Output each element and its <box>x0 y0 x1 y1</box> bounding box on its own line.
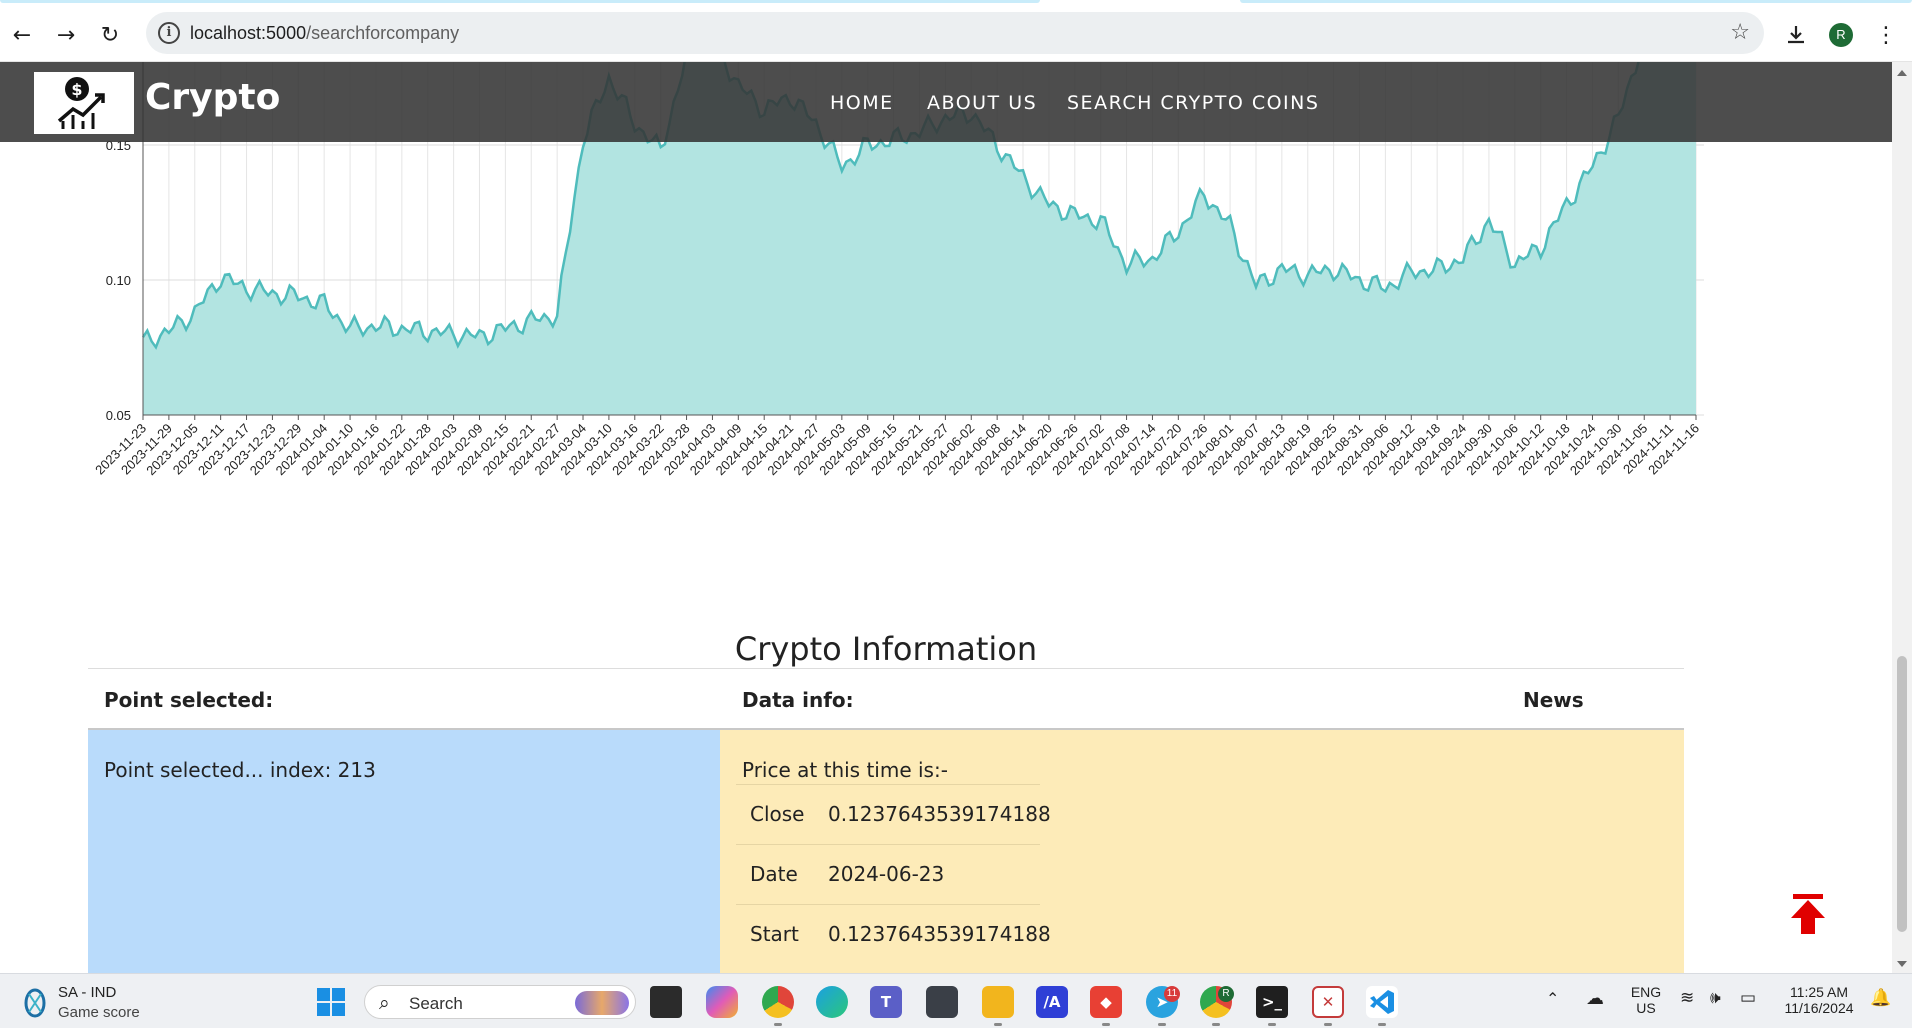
chrome-profile-badge: R <box>1218 986 1234 1002</box>
running-indicator <box>1102 1023 1110 1026</box>
edge-icon[interactable] <box>816 986 848 1018</box>
notification-bell-icon[interactable]: 🔔 <box>1870 988 1891 1008</box>
point-selected-text: Point selected... index: 213 <box>104 758 376 782</box>
data-value: 0.1237643539174188 <box>828 922 1051 946</box>
running-indicator <box>774 1023 782 1026</box>
page-viewport: 0.05 0.10 0.15 2023-11-23 2023-11-29 2023-12-… <box>0 62 1892 973</box>
running-indicator <box>1212 1023 1220 1026</box>
price-heading: Price at this time is:- <box>742 758 948 782</box>
volume-icon[interactable]: 🕪 <box>1710 988 1721 1008</box>
taskbar-search[interactable]: ⌕ Search <box>364 985 636 1019</box>
section-title: Crypto Information <box>734 630 1038 668</box>
search-label: Search <box>409 994 463 1013</box>
data-row-close: Close 0.1237643539174188 <box>736 784 1051 844</box>
widget-subtitle: Game score <box>58 1004 140 1021</box>
onedrive-icon[interactable]: ☁ <box>1586 988 1604 1009</box>
header-data-info: Data info: <box>742 688 854 712</box>
running-indicator <box>994 1023 1002 1026</box>
anydesk-icon[interactable]: ◆ <box>1090 986 1122 1018</box>
telegram-badge: 11 <box>1164 986 1180 1002</box>
search-icon: ⌕ <box>379 992 390 1014</box>
site-info-icon[interactable]: i <box>158 22 180 44</box>
xampp-icon[interactable]: ✕ <box>1312 986 1344 1018</box>
chrome-icon[interactable] <box>762 986 794 1018</box>
wifi-icon[interactable]: ≋ <box>1680 988 1694 1008</box>
data-value: 2024-06-23 <box>828 862 945 886</box>
scroll-up-icon[interactable] <box>1897 70 1907 76</box>
dollar-growth-icon: $ <box>57 77 105 129</box>
data-row-start: Start 0.1237643539174188 <box>736 904 1051 964</box>
svg-text:$: $ <box>71 80 82 99</box>
terminal-icon[interactable]: >_ <box>1256 986 1288 1018</box>
header-point-selected: Point selected: <box>104 688 274 712</box>
cricket-icon <box>24 988 46 1018</box>
site-navbar: $ Crypto HOME ABOUT US SEARCH CRYPTO COI… <box>0 62 1892 142</box>
address-bar[interactable]: i localhost:5000/searchforcompany ☆ <box>146 12 1764 54</box>
data-key: Date <box>750 862 798 886</box>
vscode-icon[interactable] <box>1366 986 1398 1018</box>
y-tick-label: 0.10 <box>106 273 131 288</box>
battery-icon[interactable]: ▭ <box>1740 988 1756 1008</box>
header-news: News <box>1523 688 1584 712</box>
widget-title: SA - IND <box>58 984 117 1001</box>
divider <box>88 668 1684 669</box>
url-text[interactable]: localhost:5000/searchforcompany <box>190 23 459 44</box>
search-highlight-icon <box>575 991 629 1015</box>
running-indicator <box>1158 1023 1166 1026</box>
site-logo[interactable]: $ <box>34 72 134 134</box>
azure-icon[interactable]: /A <box>1036 986 1068 1018</box>
data-value: 0.1237643539174188 <box>828 802 1051 826</box>
nav-search-crypto-coins[interactable]: SEARCH CRYPTO COINS <box>1067 92 1319 114</box>
scrollbar-thumb[interactable] <box>1897 656 1907 932</box>
download-icon[interactable] <box>1778 17 1814 53</box>
forward-icon[interactable]: → <box>48 17 84 53</box>
teams-icon[interactable]: T <box>870 986 902 1018</box>
windows-taskbar: SA - IND Game score ⌕ Search T /A ◆ ➤ 11… <box>0 973 1912 1028</box>
weather-widget[interactable]: SA - IND Game score <box>18 984 218 1024</box>
running-indicator <box>1324 1023 1332 1026</box>
scroll-to-top-icon[interactable] <box>1789 894 1827 934</box>
chevron-up-icon[interactable]: ⌃ <box>1546 989 1559 1009</box>
scroll-down-icon[interactable] <box>1897 961 1907 967</box>
profile-avatar[interactable]: R <box>1829 23 1853 47</box>
back-icon[interactable]: ← <box>4 17 40 53</box>
browser-toolbar: ← → ↻ i localhost:5000/searchforcompany … <box>0 4 1912 62</box>
running-indicator <box>1268 1023 1276 1026</box>
task-view-icon[interactable] <box>650 986 682 1018</box>
site-brand[interactable]: Crypto <box>145 77 280 118</box>
y-tick-label: 0.05 <box>106 408 131 423</box>
file-explorer-icon[interactable] <box>982 986 1014 1018</box>
data-key: Close <box>750 802 805 826</box>
data-key: Start <box>750 922 799 946</box>
nav-about-us[interactable]: ABOUT US <box>927 92 1037 114</box>
nav-home[interactable]: HOME <box>830 92 894 114</box>
windows-start-icon[interactable] <box>316 987 346 1017</box>
running-indicator <box>1378 1023 1386 1026</box>
data-row-date: Date 2024-06-23 <box>736 844 1040 904</box>
clock[interactable]: 11:25 AM 11/16/2024 <box>1778 984 1860 1016</box>
reload-icon[interactable]: ↻ <box>92 17 128 53</box>
copilot-icon[interactable] <box>706 986 738 1018</box>
app-cube-icon[interactable] <box>926 986 958 1018</box>
bookmark-star-icon[interactable]: ☆ <box>1730 20 1750 45</box>
language-indicator[interactable]: ENG US <box>1628 984 1664 1016</box>
page-scrollbar[interactable] <box>1892 62 1912 973</box>
menu-icon[interactable]: ⋮ <box>1868 17 1904 53</box>
